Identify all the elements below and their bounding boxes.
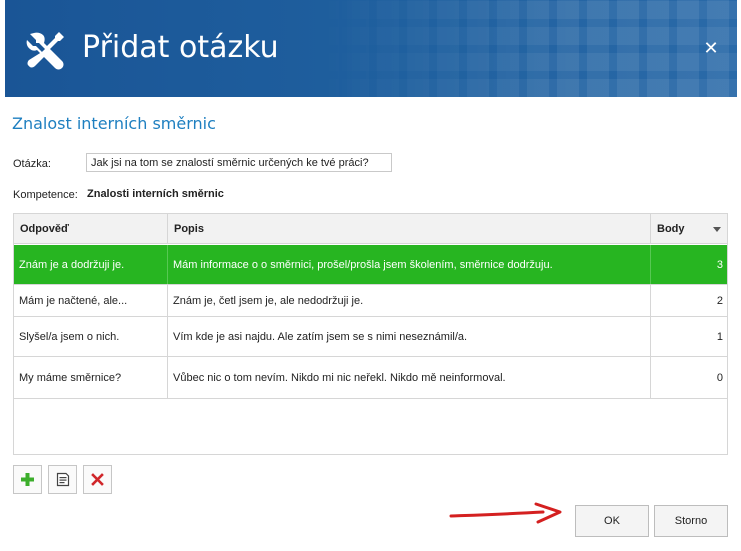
column-header-points-label: Body [657,223,685,235]
column-header-points[interactable]: Body [651,214,727,244]
cancel-button[interactable]: Storno [654,505,728,537]
dialog-header: Přidat otázku ✕ [5,0,737,97]
row-points: 3 [716,258,723,271]
row-answer: Mám je načtené, ale... [14,285,168,316]
table-row[interactable]: My máme směrnice? Vůbec nic o tom nevím.… [14,357,727,399]
grid-header: Odpověď Popis Body [14,214,727,244]
question-label: Otázka: [13,158,51,170]
row-points: 0 [716,371,723,384]
row-points: 1 [716,330,723,343]
annotation-arrow-icon [449,502,562,524]
table-row[interactable]: Mám je načtené, ale... Znám je, četl jse… [14,285,727,317]
delete-icon [91,473,104,486]
column-header-description[interactable]: Popis [168,214,651,244]
row-answer: Slyšel/a jsem o nich. [14,317,168,356]
sort-arrow-icon[interactable] [713,227,721,232]
question-input[interactable] [86,153,392,172]
close-icon[interactable]: ✕ [701,38,721,58]
row-description: Vím kde je asi najdu. Ale zatím jsem se … [168,317,651,356]
ok-button[interactable]: OK [575,505,649,537]
header-pattern [317,0,737,97]
column-header-answer[interactable]: Odpověď [14,214,168,244]
competence-value: Znalosti interních směrnic [87,188,224,200]
answers-grid: Odpověď Popis Body Znám je a dodržuji je… [13,213,728,455]
section-title: Znalost interních směrnic [12,114,216,133]
row-answer: Znám je a dodržuji je. [14,245,168,284]
row-description: Vůbec nic o tom nevím. Nikdo mi nic neře… [168,357,651,398]
table-row[interactable]: Slyšel/a jsem o nich. Vím kde je asi naj… [14,317,727,357]
add-icon [21,473,34,486]
tools-icon [26,32,64,70]
edit-button[interactable] [48,465,77,494]
dialog-title: Přidat otázku [82,30,279,65]
delete-button[interactable] [83,465,112,494]
competence-label: Kompetence: [13,189,78,201]
row-description: Mám informace o o směrnici, prošel/prošl… [168,245,651,284]
row-description: Znám je, četl jsem je, ale nedodržuji je… [168,285,651,316]
edit-icon [56,472,69,487]
add-button[interactable] [13,465,42,494]
table-row[interactable]: Znám je a dodržuji je. Mám informace o o… [14,245,727,285]
row-points: 2 [716,294,723,307]
row-answer: My máme směrnice? [14,357,168,398]
